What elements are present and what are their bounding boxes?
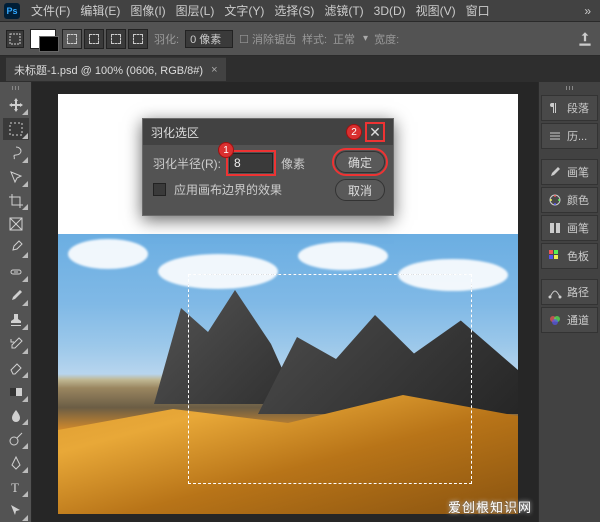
style-value[interactable]: 正常 xyxy=(333,31,355,47)
options-bar: 羽化: ☐ 消除锯齿 样式: 正常 ▾ 宽度: xyxy=(0,22,600,56)
radius-unit: 像素 xyxy=(281,155,305,172)
menu-layer[interactable]: 图层(L) xyxy=(176,2,215,19)
panel-brushes[interactable]: 画笔 xyxy=(541,215,598,241)
brush-tool[interactable] xyxy=(3,285,29,307)
history-brush-tool[interactable] xyxy=(3,333,29,355)
tool-preset-picker[interactable] xyxy=(6,30,24,48)
panel-swatches[interactable]: 色板 xyxy=(541,243,598,269)
panel-channels[interactable]: 通道 xyxy=(541,307,598,333)
move-tool[interactable] xyxy=(3,94,29,116)
apply-canvas-label: 应用画布边界的效果 xyxy=(174,181,282,198)
menu-type[interactable]: 文字(Y) xyxy=(224,2,264,19)
quick-select-tool[interactable] xyxy=(3,166,29,188)
radius-label: 羽化半径(R): xyxy=(153,155,221,172)
svg-text:T: T xyxy=(11,480,19,495)
dock-grip[interactable] xyxy=(560,86,580,90)
style-label: 样式: xyxy=(302,31,327,47)
panel-history[interactable]: 历... xyxy=(541,123,598,149)
cancel-button[interactable]: 取消 xyxy=(335,179,385,201)
menu-bar: Ps 文件(F) 编辑(E) 图像(I) 图层(L) 文字(Y) 选择(S) 滤… xyxy=(0,0,600,22)
eraser-tool[interactable] xyxy=(3,357,29,379)
feather-label: 羽化: xyxy=(154,31,179,47)
document-title: 未标题-1.psd @ 100% (0606, RGB/8#) xyxy=(14,62,203,78)
menu-select[interactable]: 选择(S) xyxy=(274,2,314,19)
gradient-tool[interactable] xyxy=(3,381,29,403)
annotation-badge-2: 2 xyxy=(346,124,362,140)
menu-file[interactable]: 文件(F) xyxy=(31,2,70,19)
panel-paths[interactable]: 路径 xyxy=(541,279,598,305)
dodge-tool[interactable] xyxy=(3,428,29,450)
menu-overflow-icon[interactable]: » xyxy=(584,4,591,18)
selection-new[interactable] xyxy=(62,29,82,49)
radius-input[interactable] xyxy=(229,153,273,173)
selection-add[interactable] xyxy=(84,29,104,49)
document-tab[interactable]: 未标题-1.psd @ 100% (0606, RGB/8#) × xyxy=(6,57,226,81)
toolbox-grip[interactable] xyxy=(6,86,26,90)
document-tab-bar: 未标题-1.psd @ 100% (0606, RGB/8#) × xyxy=(0,56,600,82)
menu-filter[interactable]: 滤镜(T) xyxy=(324,2,363,19)
marquee-tool[interactable] xyxy=(3,118,29,140)
app-logo: Ps xyxy=(4,3,20,19)
menu-3d[interactable]: 3D(D) xyxy=(374,4,406,18)
stamp-tool[interactable] xyxy=(3,309,29,331)
panel-brush[interactable]: 画笔 xyxy=(541,159,598,185)
path-select-tool[interactable] xyxy=(3,500,29,522)
type-tool[interactable]: T xyxy=(3,476,29,498)
selection-marquee[interactable] xyxy=(188,274,472,484)
antialias-checkbox[interactable]: ☐ 消除锯齿 xyxy=(239,31,296,47)
menu-window[interactable]: 窗口 xyxy=(466,2,490,19)
eyedropper-tool[interactable] xyxy=(3,237,29,259)
share-icon[interactable] xyxy=(576,30,594,48)
menu-image[interactable]: 图像(I) xyxy=(130,2,165,19)
selection-intersect[interactable] xyxy=(128,29,148,49)
dialog-close-button[interactable]: ✕ xyxy=(365,122,385,142)
annotation-badge-1: 1 xyxy=(218,142,234,158)
crop-tool[interactable] xyxy=(3,190,29,212)
feather-input[interactable] xyxy=(185,30,233,48)
style-dropdown-icon[interactable]: ▾ xyxy=(363,33,368,44)
frame-tool[interactable] xyxy=(3,213,29,235)
blur-tool[interactable] xyxy=(3,405,29,427)
menu-edit[interactable]: 编辑(E) xyxy=(80,2,120,19)
menu-view[interactable]: 视图(V) xyxy=(416,2,456,19)
toolbox: T xyxy=(0,82,32,522)
selection-subtract[interactable] xyxy=(106,29,126,49)
lasso-tool[interactable] xyxy=(3,142,29,164)
panel-color[interactable]: 颜色 xyxy=(541,187,598,213)
selection-mode-group xyxy=(62,29,148,49)
dialog-title: 羽化选区 xyxy=(151,124,199,141)
apply-canvas-checkbox[interactable] xyxy=(153,183,166,196)
panel-paragraph[interactable]: 段落 xyxy=(541,95,598,121)
healing-tool[interactable] xyxy=(3,261,29,283)
watermark: 爱创根知识网 xyxy=(448,497,532,516)
ok-button[interactable]: 确定 xyxy=(335,151,385,173)
pen-tool[interactable] xyxy=(3,452,29,474)
right-panel-dock: 段落 历... 画笔 颜色 画笔 色板 路径 通道 xyxy=(538,82,600,522)
close-tab-icon[interactable]: × xyxy=(211,64,217,76)
width-label: 宽度: xyxy=(374,31,399,47)
color-swatch[interactable] xyxy=(30,29,56,49)
